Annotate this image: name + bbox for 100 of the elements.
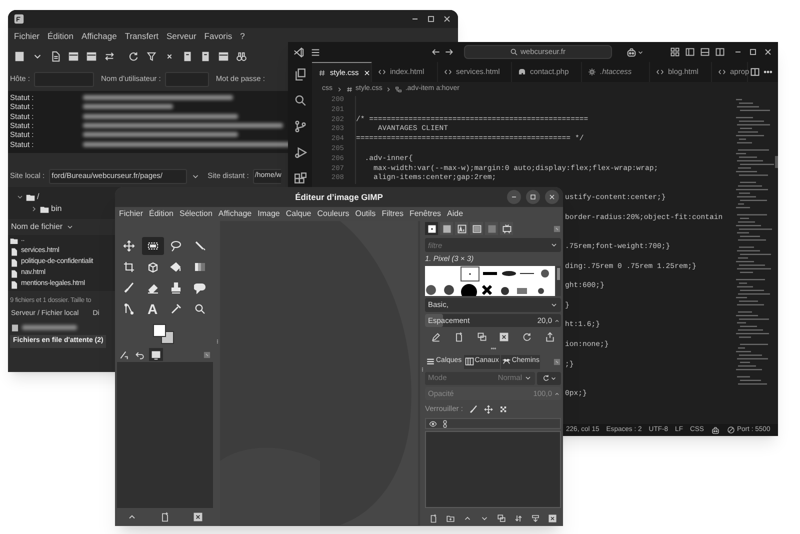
expander-icon[interactable] (30, 205, 38, 213)
grip-icon[interactable] (215, 339, 220, 344)
filter-icon[interactable] (146, 50, 157, 62)
panel-icon[interactable] (218, 50, 229, 62)
brush-preview-drawing[interactable] (425, 266, 561, 296)
panel-icon[interactable] (700, 47, 710, 57)
menu-item[interactable]: Affichage (218, 208, 252, 220)
sidebar-icon[interactable] (685, 47, 695, 57)
split-icon[interactable] (750, 67, 760, 77)
forward-arrow-icon[interactable] (444, 47, 454, 57)
binoculars-icon[interactable] (236, 50, 247, 62)
menu-item[interactable]: Édition (48, 30, 74, 43)
branch-icon[interactable] (294, 120, 306, 133)
menu-item[interactable]: Favoris (204, 30, 232, 43)
menu-item[interactable]: Édition (149, 208, 174, 220)
close-icon[interactable] (763, 47, 773, 57)
panel-icon[interactable] (68, 50, 79, 62)
reset-dropdown[interactable] (537, 372, 561, 384)
lasso-tool-icon (170, 240, 182, 252)
column-header[interactable]: Nom de fichier (11, 221, 63, 233)
dock-tab[interactable] (149, 348, 163, 361)
panel-icon[interactable] (86, 50, 97, 62)
extensions-icon[interactable] (294, 172, 306, 185)
folder-icon[interactable] (446, 514, 455, 522)
duplicate-icon[interactable] (476, 332, 487, 342)
configure-icon[interactable] (553, 358, 561, 366)
merge-icon[interactable] (531, 514, 540, 522)
menu-item[interactable]: Aide (447, 208, 464, 220)
pencil-icon[interactable] (468, 404, 478, 414)
new-icon[interactable] (454, 332, 464, 342)
menu-item[interactable]: Filtres (382, 208, 404, 220)
export-icon[interactable] (544, 332, 555, 342)
copilot-icon[interactable] (710, 426, 720, 434)
duplicate-icon[interactable] (497, 514, 506, 522)
layout-icon[interactable] (670, 47, 680, 57)
refresh-icon[interactable] (128, 50, 139, 62)
device-icon (502, 224, 512, 234)
menu-item[interactable]: Transfert (124, 30, 159, 43)
maximize-icon[interactable] (426, 14, 436, 24)
window-title: Éditeur d’image GIMP (295, 190, 383, 204)
configure-icon[interactable] (553, 224, 561, 232)
dropdown-icon[interactable] (550, 241, 558, 249)
refresh-icon[interactable] (522, 332, 532, 342)
menu-item[interactable]: Fichier (14, 30, 40, 43)
foreground-color-swatch[interactable] (153, 324, 166, 337)
menu-item[interactable]: ? (240, 30, 245, 43)
chevron-icon (385, 86, 392, 92)
menu-item[interactable]: Couleurs (317, 208, 350, 220)
delete-icon[interactable] (499, 332, 510, 342)
maximize-icon[interactable] (748, 47, 758, 57)
menu-item[interactable]: Serveur (166, 30, 196, 43)
move-tool-icon (123, 240, 135, 252)
search-icon[interactable] (294, 94, 306, 107)
no-sign-icon (726, 426, 735, 434)
move-icon[interactable] (484, 404, 493, 414)
edit-icon[interactable] (431, 332, 442, 342)
split-icon[interactable] (715, 47, 725, 57)
dock-tab[interactable] (500, 222, 513, 235)
run-icon[interactable] (294, 146, 306, 159)
menu-item[interactable]: Fenêtres (409, 208, 442, 220)
configure-icon[interactable] (203, 350, 211, 358)
dock-tab[interactable] (425, 222, 438, 235)
expander-icon[interactable] (16, 193, 24, 201)
minimize-button[interactable] (507, 190, 521, 204)
close-button[interactable] (545, 190, 559, 204)
sort-icon (66, 223, 74, 231)
tree-item[interactable]: / (37, 191, 40, 203)
grip-icon[interactable] (490, 345, 496, 352)
dock-tab[interactable] (470, 222, 483, 235)
back-arrow-icon[interactable] (431, 47, 441, 57)
menu-item[interactable]: Outils (355, 208, 376, 220)
menu-item[interactable]: Affichage (82, 30, 117, 43)
tool-button[interactable] (142, 237, 164, 255)
copilot-icon[interactable] (626, 46, 637, 58)
files-icon[interactable] (294, 68, 306, 81)
delete-icon[interactable] (548, 514, 557, 522)
chain-icon[interactable] (441, 420, 449, 428)
editor-logo-icon[interactable] (293, 46, 304, 58)
document-icon[interactable] (50, 50, 61, 62)
transfer-arrows-icon[interactable] (104, 50, 115, 62)
menu-item[interactable]: Image (258, 208, 280, 220)
chevron-icon (336, 86, 342, 92)
close-icon[interactable] (442, 14, 452, 24)
menu-icon[interactable] (310, 46, 321, 58)
checkerboard-icon[interactable] (498, 404, 508, 414)
paths-icon (502, 357, 511, 366)
new-image-icon[interactable] (160, 512, 170, 522)
menu-item[interactable]: Sélection (179, 208, 212, 220)
new-layer-icon[interactable] (429, 514, 438, 522)
delete-icon[interactable] (193, 512, 204, 522)
grip-icon[interactable] (420, 367, 425, 372)
eye-icon[interactable] (429, 420, 437, 428)
dock-tab[interactable] (455, 222, 468, 235)
maximize-button[interactable] (526, 190, 540, 204)
menu-item[interactable]: Calque (286, 208, 312, 220)
layers-icon (426, 357, 435, 366)
close-icon[interactable] (362, 68, 371, 76)
caret-icon[interactable] (637, 48, 644, 56)
tree-item[interactable]: bin (51, 203, 62, 215)
menu-item[interactable]: Fichier (119, 208, 144, 220)
